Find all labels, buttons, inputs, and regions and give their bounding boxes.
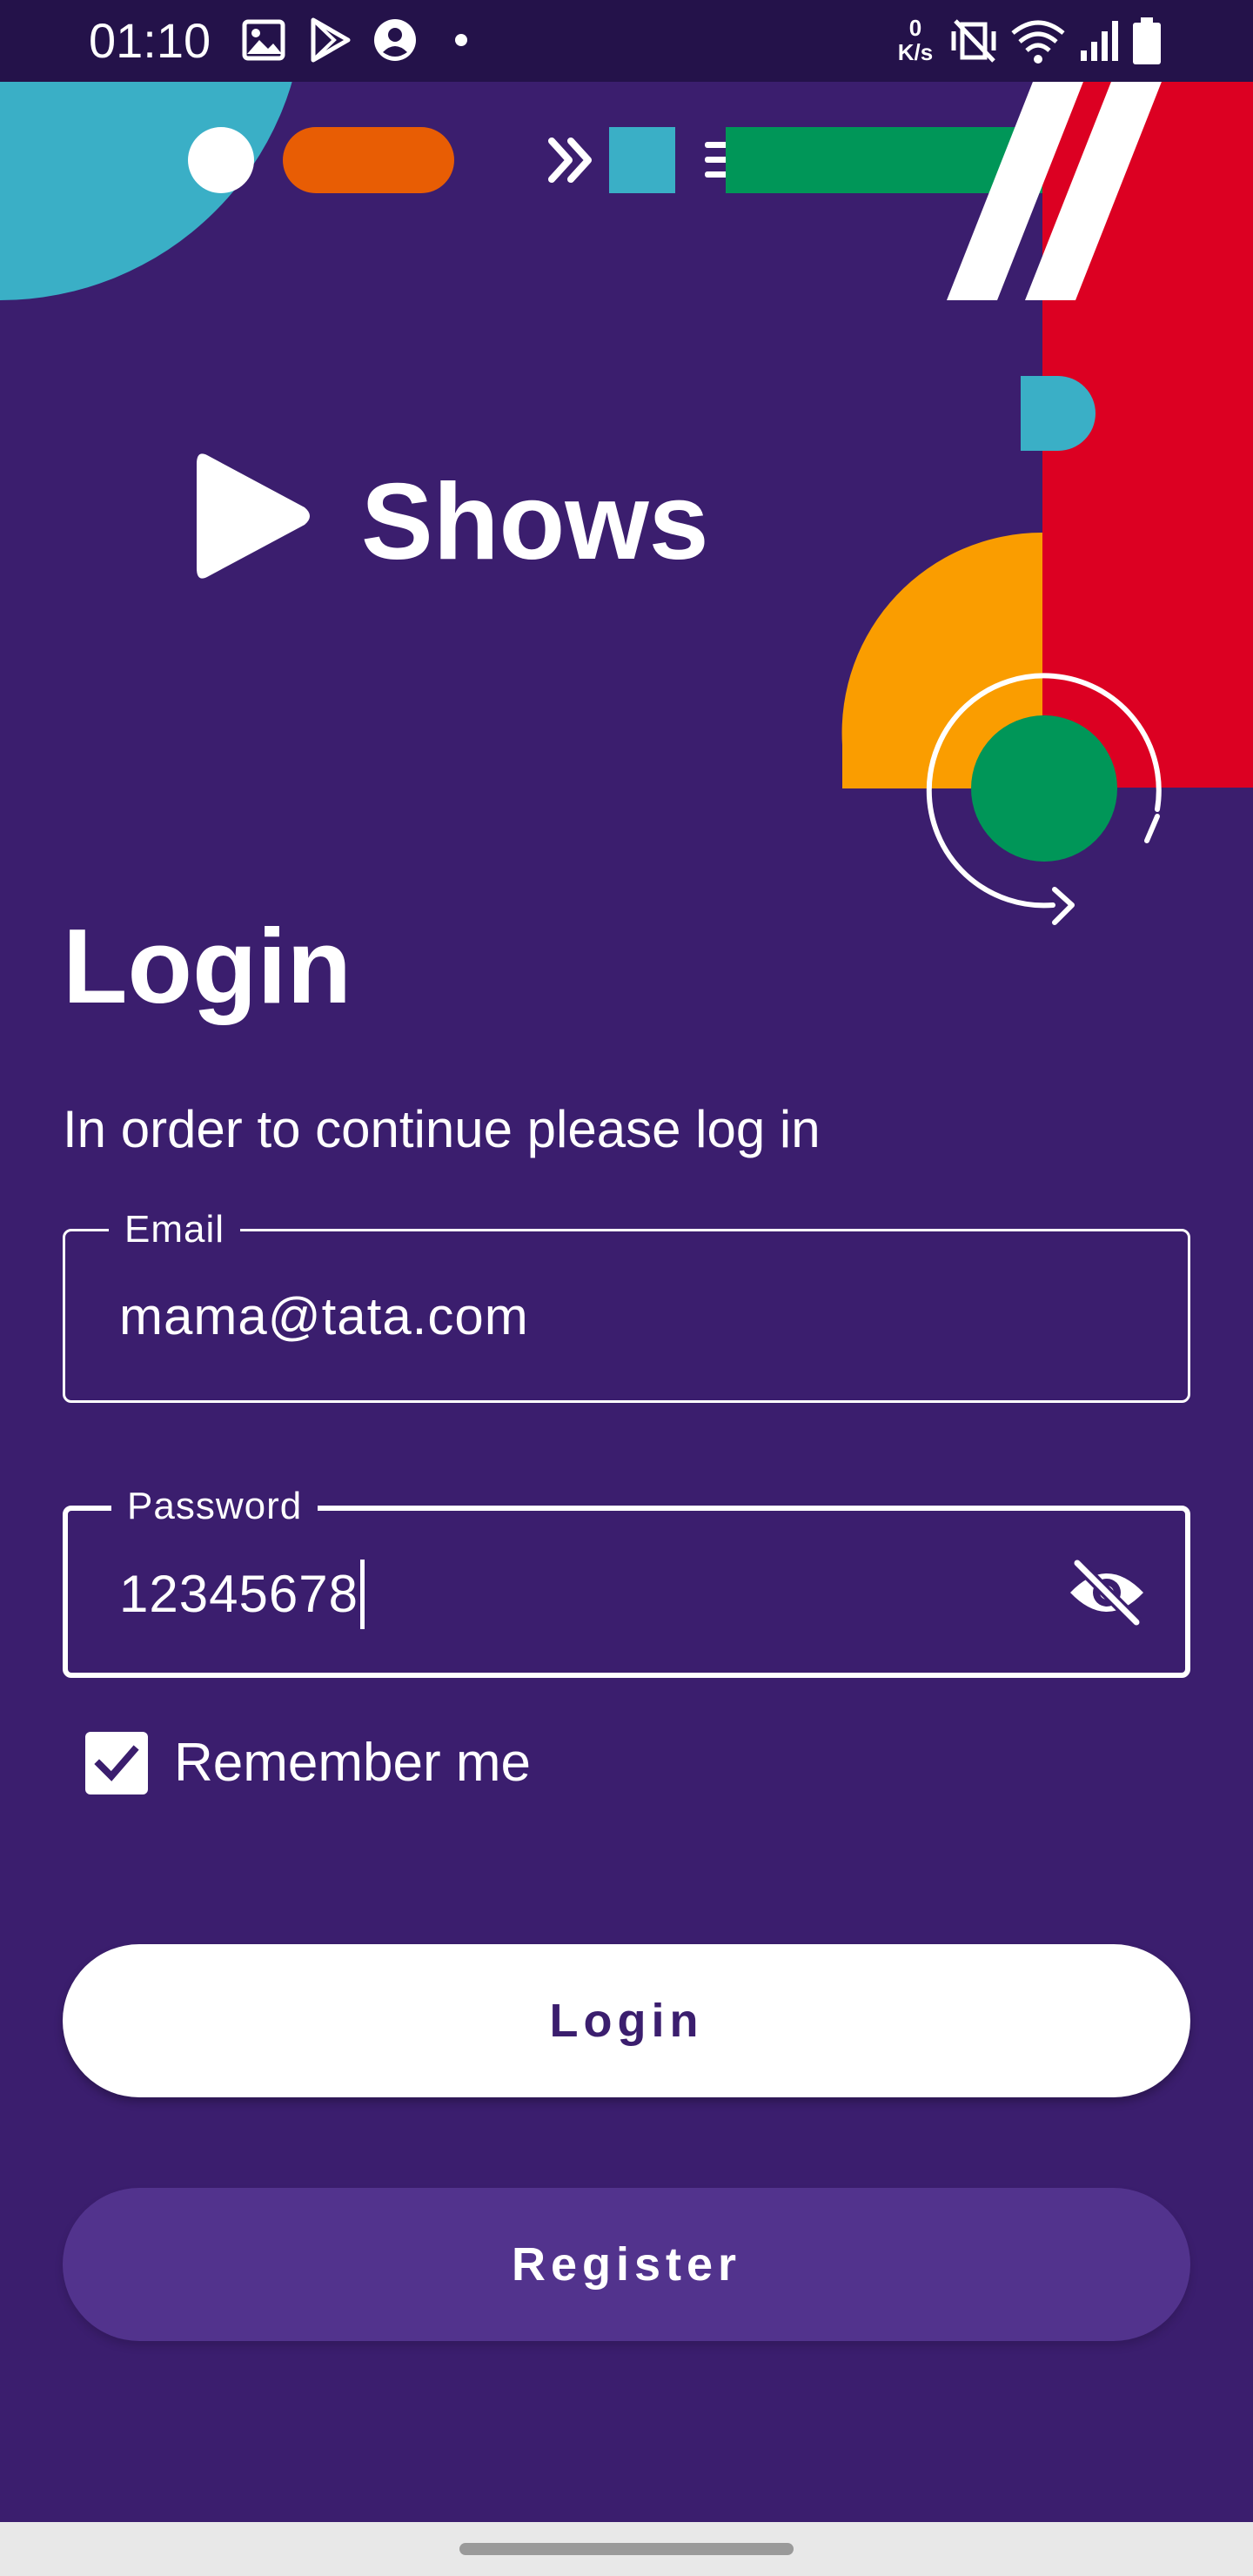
page-title: Login [63, 907, 352, 1025]
net-speed-value: 0 [908, 15, 922, 41]
ring-dash [1144, 814, 1160, 843]
remember-me-label: Remember me [174, 1733, 531, 1793]
play-store-icon [311, 17, 351, 63]
page-subtitle: In order to continue please log in [63, 1100, 821, 1158]
ring-arrow-icon [1052, 887, 1075, 925]
battery-icon [1133, 17, 1161, 64]
home-gesture-handle[interactable] [459, 2543, 794, 2555]
email-label: Email [109, 1207, 241, 1252]
navigation-bar [0, 2522, 1253, 2576]
text-cursor [359, 1560, 365, 1630]
register-button[interactable]: Register [63, 2188, 1190, 2341]
double-chevron-icon [548, 138, 592, 183]
app-logo-text: Shows [361, 462, 709, 582]
status-time: 01:10 [89, 13, 211, 68]
signal-icon [1081, 21, 1118, 61]
password-input[interactable]: 12345678 [119, 1565, 358, 1623]
wifi-icon [1011, 20, 1065, 64]
mute-icon [951, 19, 996, 63]
play-logo-icon [197, 453, 310, 579]
password-input-wrap[interactable]: 12345678 [119, 1560, 365, 1633]
teal-d-shape [1021, 376, 1096, 451]
remember-me-checkbox[interactable]: Remember me [85, 1730, 531, 1796]
net-speed: 0 K/s [889, 16, 941, 64]
login-button[interactable]: Login [63, 1944, 1190, 2097]
email-input[interactable]: mama@tata.com [119, 1285, 529, 1348]
password-label: Password [111, 1484, 318, 1529]
orange-pill [283, 127, 454, 193]
eye-off-icon[interactable] [1065, 1558, 1149, 1627]
checkmark-icon [94, 1745, 139, 1781]
dot-icon [455, 34, 467, 46]
checkbox-box[interactable] [85, 1732, 148, 1794]
email-field[interactable]: Email mama@tata.com [63, 1207, 1190, 1403]
gallery-icon [242, 19, 285, 61]
teal-square [609, 127, 675, 193]
white-dot [188, 127, 254, 193]
net-speed-unit: K/s [897, 39, 934, 65]
status-bar: 01:10 0 K/s [0, 0, 1253, 82]
account-icon [374, 19, 416, 61]
green-circle [971, 715, 1117, 862]
password-field[interactable]: Password 12345678 [63, 1484, 1190, 1678]
